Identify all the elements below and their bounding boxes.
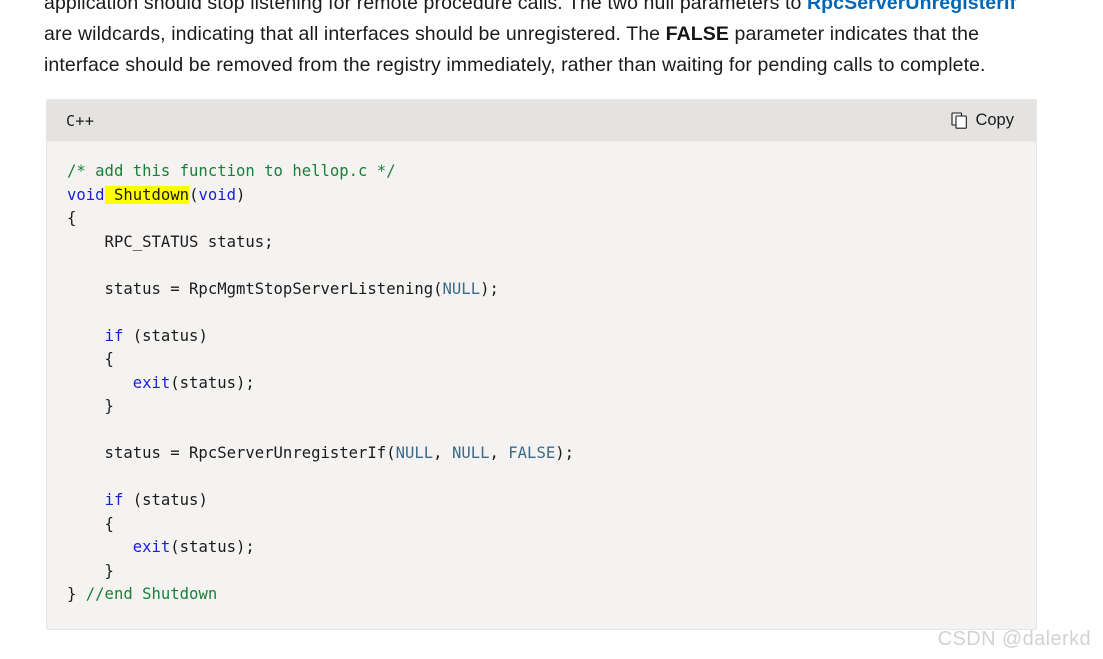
code-block: C++ Copy /* add this function to hellop.… <box>46 99 1037 630</box>
code-token: (status) <box>123 491 208 509</box>
code-line: status = RpcMgmtStopServerListening(NULL… <box>67 280 499 298</box>
code-token: (status) <box>123 326 208 345</box>
code-line: } <box>67 397 114 415</box>
code-token: } <box>67 561 114 580</box>
code-token: } <box>67 397 114 415</box>
code-line: if (status) <box>67 491 208 509</box>
false-keyword: FALSE <box>665 23 729 45</box>
code-token: , <box>433 444 452 462</box>
code-token: NULL <box>442 279 481 298</box>
code-token: { <box>67 514 114 533</box>
paragraph-line-2: are wildcards, indicating that all inter… <box>44 19 1034 50</box>
watermark: CSDN @dalerkd <box>937 628 1091 650</box>
paragraph-line-3: interface should be removed from the reg… <box>44 54 986 76</box>
code-token: RPC_STATUS status; <box>67 232 274 251</box>
code-line: exit(status); <box>67 538 255 556</box>
code-token: status = RpcServerUnregisterIf( <box>67 444 396 462</box>
code-line: void Shutdown(void) <box>67 185 246 204</box>
code-token: void <box>67 185 105 204</box>
code-line: RPC_STATUS status; <box>67 233 274 251</box>
copy-button[interactable]: Copy <box>943 107 1022 134</box>
code-line: { <box>67 515 114 533</box>
code-token: if <box>104 326 124 345</box>
code-token: { <box>67 350 114 368</box>
copy-button-label: Copy <box>975 111 1014 129</box>
code-token: exit <box>132 373 171 392</box>
code-token: (status); <box>170 373 255 392</box>
code-token: /* add this function to hellop.c */ <box>67 162 396 180</box>
code-language-label: C++ <box>66 111 95 130</box>
code-token: } <box>67 585 86 603</box>
copy-icon <box>951 112 968 129</box>
paragraph-line-1-text: application should stop listening for re… <box>44 0 807 14</box>
article-paragraph: application should stop listening for re… <box>44 0 1034 81</box>
paragraph-line-2-text: are wildcards, indicating that all inter… <box>44 23 666 45</box>
code-token: ); <box>480 279 499 298</box>
code-block-body[interactable]: /* add this function to hellop.c */ void… <box>47 142 1036 629</box>
code-line: } <box>67 562 114 580</box>
code-token: NULL <box>395 444 434 462</box>
code-token: if <box>104 491 124 509</box>
code-line: if (status) <box>67 327 208 345</box>
code-line: exit(status); <box>67 374 255 392</box>
code-line: { <box>67 209 76 227</box>
code-token: status = RpcMgmtStopServerListening( <box>67 279 443 298</box>
code-token: ) <box>236 185 246 204</box>
code-line: { <box>67 350 114 368</box>
code-token: { <box>67 209 77 227</box>
code-token: ); <box>555 444 575 462</box>
code-token: NULL <box>451 444 490 462</box>
code-token: exit <box>132 538 171 556</box>
code-block-header: C++ Copy <box>47 100 1036 142</box>
code-token: , <box>489 444 509 462</box>
code-token: (status); <box>170 538 255 556</box>
api-reference-link[interactable]: RpcServerUnregisterIf <box>807 0 1016 14</box>
code-content[interactable]: /* add this function to hellop.c */ void… <box>67 160 1016 607</box>
code-token: //end Shutdown <box>85 585 218 603</box>
code-line: } //end Shutdown <box>67 585 217 603</box>
paragraph-line-1: application should stop listening for re… <box>44 0 1034 19</box>
code-line: status = RpcServerUnregisterIf(NULL, NUL… <box>67 444 574 462</box>
paragraph-line-2-tail: parameter indicates that the <box>728 23 980 45</box>
code-token: void <box>198 185 237 204</box>
code-token: FALSE <box>508 444 556 462</box>
code-line: /* add this function to hellop.c */ <box>67 162 396 180</box>
code-token: Shutdown <box>104 185 190 204</box>
